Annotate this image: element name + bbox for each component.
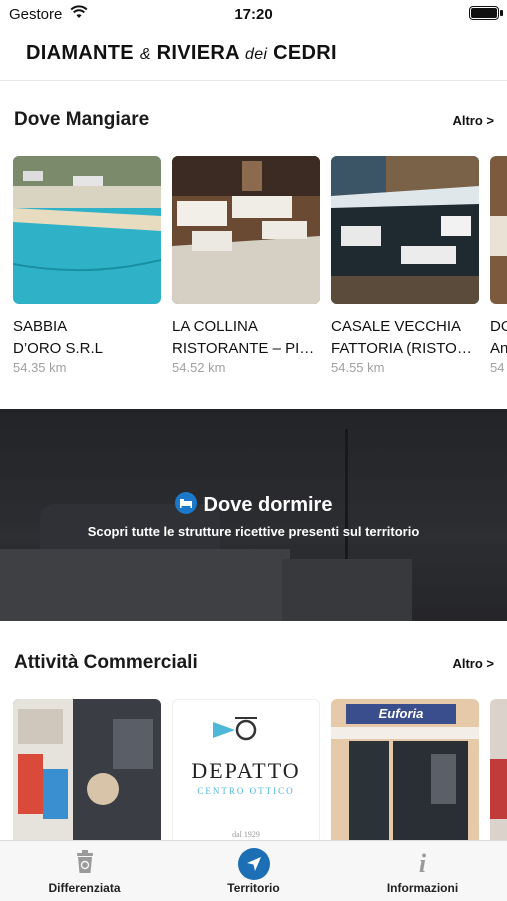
brand-logo: DIAMANTE & RIVIERA dei CEDRI bbox=[26, 42, 337, 64]
bed-icon bbox=[174, 492, 197, 514]
restaurant-card[interactable]: LA COLLINA RISTORANTE – PI… 54.52 km bbox=[172, 156, 320, 375]
status-bar: Gestore 17:20 bbox=[0, 0, 507, 28]
restaurant-card[interactable]: DO An 54 bbox=[490, 156, 507, 375]
food-section-header: Dove Mangiare Altro > bbox=[0, 109, 507, 139]
shop-card[interactable] bbox=[13, 699, 161, 840]
card-distance: 54.55 km bbox=[331, 360, 385, 375]
battery-icon bbox=[469, 6, 499, 20]
shop-sign: Euforia bbox=[378, 706, 424, 721]
location-arrow-icon bbox=[237, 848, 270, 880]
restaurant-card[interactable]: SABBIA D’ORO S.R.L 54.35 km bbox=[13, 156, 161, 375]
tab-bar: Differenziata Territorio i Informazioni bbox=[0, 840, 507, 901]
card-title: SABBIA D’ORO S.R.L bbox=[13, 318, 104, 357]
restaurant-photo bbox=[13, 156, 161, 304]
banner-title: Dove dormire bbox=[0, 492, 507, 517]
tab-label: Territorio bbox=[227, 881, 280, 895]
recycle-bin-icon bbox=[75, 849, 95, 879]
nav-bar: DIAMANTE & RIVIERA dei CEDRI bbox=[0, 28, 507, 81]
tab-territorio[interactable]: Territorio bbox=[169, 841, 338, 901]
food-carousel[interactable]: SABBIA D’ORO S.R.L 54.35 km LA COLLINA R… bbox=[0, 156, 507, 376]
shop-card[interactable] bbox=[490, 699, 507, 840]
depatto-subtitle: CENTRO OTTICO bbox=[197, 786, 295, 796]
more-link[interactable]: Altro > bbox=[452, 656, 494, 671]
tab-label: Informazioni bbox=[386, 881, 459, 895]
shops-section-header: Attività Commerciali Altro > bbox=[0, 652, 507, 682]
tab-informazioni[interactable]: i Informazioni bbox=[338, 841, 507, 901]
shop-photo: Euforia bbox=[331, 699, 479, 840]
shop-photo bbox=[13, 699, 161, 840]
card-title: LA COLLINA RISTORANTE – PI… bbox=[172, 318, 315, 357]
shop-card[interactable]: DEPATTO CENTRO OTTICO dal 1929 bbox=[172, 699, 320, 840]
tab-label: Differenziata bbox=[48, 881, 121, 895]
more-link[interactable]: Altro > bbox=[452, 113, 494, 128]
shop-photo bbox=[490, 699, 507, 840]
card-distance: 54 bbox=[490, 360, 505, 375]
depatto-since: dal 1929 bbox=[232, 830, 260, 839]
info-icon: i bbox=[418, 849, 427, 878]
section-title: Dove Mangiare bbox=[14, 109, 150, 130]
restaurant-photo bbox=[490, 156, 507, 304]
card-distance: 54.35 km bbox=[13, 360, 67, 375]
card-distance: 54.52 km bbox=[172, 360, 226, 375]
restaurant-photo bbox=[331, 156, 479, 304]
card-title: CASALE VECCHIA FATTORIA (RISTO… bbox=[331, 318, 472, 357]
section-title: Attività Commerciali bbox=[14, 652, 198, 673]
restaurant-card[interactable]: CASALE VECCHIA FATTORIA (RISTO… 54.55 km bbox=[331, 156, 479, 375]
shops-carousel[interactable]: DEPATTO CENTRO OTTICO dal 1929 Euforia bbox=[0, 699, 507, 840]
restaurant-photo bbox=[172, 156, 320, 304]
card-title: DO An bbox=[490, 318, 507, 357]
accommodation-banner[interactable]: Dove dormire Scopri tutte le strutture r… bbox=[0, 409, 507, 621]
clock: 17:20 bbox=[234, 6, 273, 23]
tab-differenziata[interactable]: Differenziata bbox=[0, 841, 169, 901]
banner-subtitle: Scopri tutte le strutture ricettive pres… bbox=[87, 524, 420, 539]
shop-card[interactable]: Euforia bbox=[331, 699, 479, 840]
depatto-logo-text: DEPATTO bbox=[191, 758, 301, 783]
shop-logo: DEPATTO CENTRO OTTICO dal 1929 bbox=[172, 699, 320, 840]
